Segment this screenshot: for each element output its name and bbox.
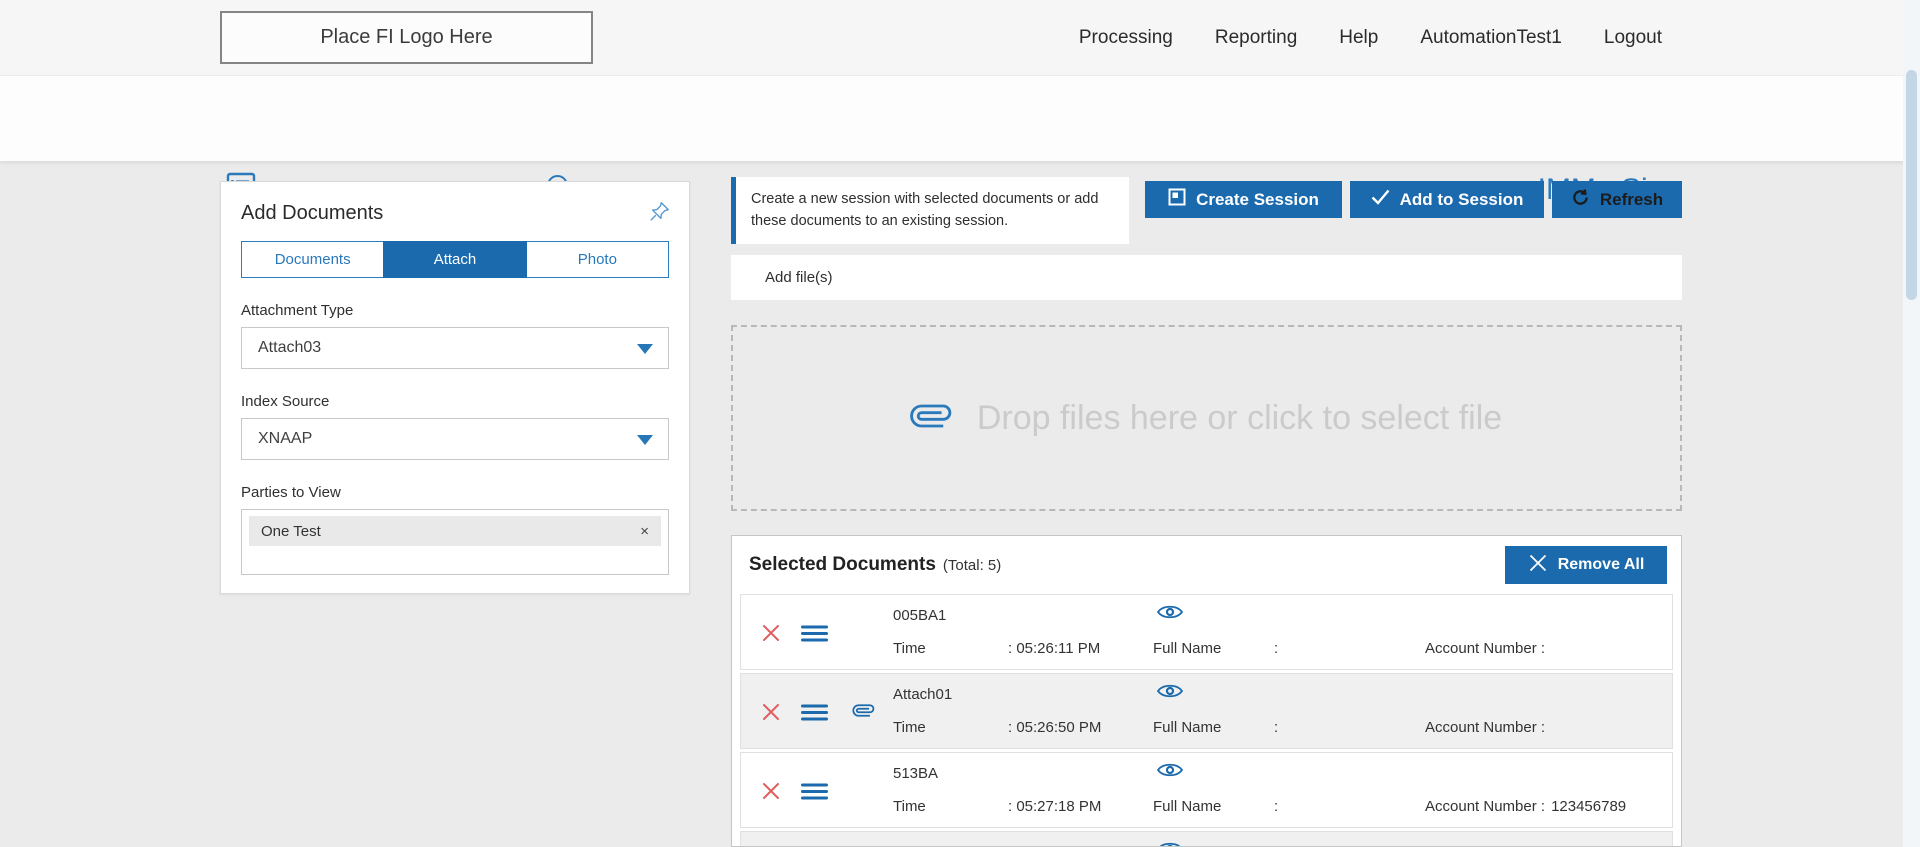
file-dropzone[interactable]: Drop files here or click to select file: [731, 325, 1682, 511]
remove-document-icon[interactable]: [761, 781, 781, 806]
create-session-label: Create Session: [1196, 190, 1319, 210]
nav-processing[interactable]: Processing: [1079, 27, 1173, 49]
tab-documents[interactable]: Documents: [241, 241, 384, 278]
full-name-label: Full Name: [1153, 798, 1221, 815]
time-label: Time: [893, 640, 926, 657]
chevron-down-icon: [637, 344, 653, 354]
account-number-value: 123456789: [1551, 798, 1626, 815]
selected-documents-panel: Selected Documents (Total: 5) Remove All…: [731, 535, 1682, 847]
account-number: Account Number :: [1425, 719, 1551, 736]
add-files-bar[interactable]: Add file(s): [731, 255, 1682, 300]
full-name-colon: :: [1274, 798, 1278, 815]
document-row: Attach02 Time Full Name: [740, 831, 1673, 847]
selected-party-name: One Test: [261, 523, 321, 540]
drag-handle-icon[interactable]: [801, 625, 828, 647]
time-value: : 05:26:11 PM: [1008, 640, 1100, 657]
create-session-icon: [1168, 188, 1186, 211]
tab-photo[interactable]: Photo: [526, 241, 669, 278]
add-files-label: Add file(s): [765, 269, 833, 286]
parties-to-view-label: Parties to View: [241, 484, 669, 501]
remove-all-x-icon: [1528, 553, 1548, 578]
vertical-scrollbar[interactable]: [1903, 0, 1920, 847]
attachment-type-value: Attach03: [258, 339, 321, 357]
fi-logo-placeholder: Place FI Logo Here: [220, 11, 593, 64]
full-name-colon: :: [1274, 640, 1278, 657]
full-name-label: Full Name: [1153, 640, 1221, 657]
top-bar: Place FI Logo Here Processing Reporting …: [0, 0, 1920, 76]
preview-eye-icon[interactable]: [1157, 761, 1183, 784]
index-source-value: XNAAP: [258, 430, 312, 448]
attachment-type-select[interactable]: Attach03: [241, 327, 669, 369]
add-to-session-button[interactable]: Add to Session: [1350, 181, 1544, 218]
remove-all-label: Remove All: [1558, 556, 1645, 574]
account-number: Account Number :: [1425, 640, 1551, 657]
add-documents-panel: Add Documents Documents Attach Photo Att…: [220, 181, 690, 594]
drag-handle-icon[interactable]: [801, 704, 828, 726]
pin-icon[interactable]: [649, 200, 671, 227]
account-number-label: Account Number :: [1425, 719, 1545, 736]
add-to-session-label: Add to Session: [1400, 190, 1524, 210]
nav-logout[interactable]: Logout: [1604, 27, 1662, 49]
add-documents-tabs: Documents Attach Photo: [241, 241, 669, 278]
remove-document-icon[interactable]: [761, 702, 781, 727]
add-documents-title: Add Documents: [241, 202, 383, 225]
top-nav: Processing Reporting Help AutomationTest…: [1079, 0, 1662, 76]
refresh-icon: [1571, 188, 1590, 212]
document-row: Attach01 Time : 05:26:50 PM Full Name : …: [740, 673, 1673, 749]
selected-documents-total: (Total: 5): [943, 557, 1001, 574]
tab-attach[interactable]: Attach: [383, 241, 526, 278]
chevron-down-icon: [637, 435, 653, 445]
fi-logo-text: Place FI Logo Here: [320, 26, 492, 49]
nav-help[interactable]: Help: [1339, 27, 1378, 49]
index-source-label: Index Source: [241, 393, 669, 410]
remove-all-button[interactable]: Remove All: [1505, 546, 1667, 584]
refresh-button[interactable]: Refresh: [1552, 181, 1682, 218]
selected-documents-header: Selected Documents (Total: 5) Remove All: [732, 536, 1681, 594]
drag-handle-icon[interactable]: [801, 783, 828, 805]
session-info-note: Create a new session with selected docum…: [731, 177, 1129, 244]
selected-party-tag: One Test ×: [249, 516, 661, 546]
title-bar: Collected Documents i IMM eSign: [0, 76, 1920, 161]
remove-party-icon[interactable]: ×: [636, 523, 653, 540]
nav-user-automationtest1[interactable]: AutomationTest1: [1420, 27, 1562, 49]
account-number-label: Account Number :: [1425, 798, 1545, 815]
remove-document-icon[interactable]: [761, 623, 781, 648]
paperclip-icon: [911, 396, 951, 441]
time-label: Time: [893, 719, 926, 736]
dropzone-text: Drop files here or click to select file: [977, 399, 1502, 438]
account-number: Account Number : 123456789: [1425, 798, 1626, 815]
time-label: Time: [893, 798, 926, 815]
create-session-button[interactable]: Create Session: [1145, 181, 1342, 218]
document-name: 005BA1: [893, 607, 946, 624]
nav-reporting[interactable]: Reporting: [1215, 27, 1297, 49]
index-source-select[interactable]: XNAAP: [241, 418, 669, 460]
scrollbar-thumb[interactable]: [1906, 70, 1917, 300]
document-name: Attach01: [893, 686, 952, 703]
document-row: 005BA1 Time : 05:26:11 PM Full Name : Ac…: [740, 594, 1673, 670]
preview-eye-icon[interactable]: [1157, 840, 1183, 847]
attachment-type-label: Attachment Type: [241, 302, 669, 319]
attachment-paperclip-icon: [853, 700, 874, 726]
refresh-label: Refresh: [1600, 190, 1663, 210]
document-name: 513BA: [893, 765, 938, 782]
time-value: : 05:26:50 PM: [1008, 719, 1101, 736]
selected-documents-title: Selected Documents: [749, 554, 936, 576]
document-row: 513BA Time : 05:27:18 PM Full Name : Acc…: [740, 752, 1673, 828]
full-name-label: Full Name: [1153, 719, 1221, 736]
add-documents-header: Add Documents: [221, 182, 689, 227]
time-value: : 05:27:18 PM: [1008, 798, 1101, 815]
checkmark-icon: [1371, 189, 1390, 210]
collected-documents-page: { "colors": { "accent_blue": "#1a6aad", …: [0, 0, 1920, 847]
account-number-label: Account Number :: [1425, 640, 1545, 657]
document-rows: 005BA1 Time : 05:26:11 PM Full Name : Ac…: [732, 594, 1681, 847]
preview-eye-icon[interactable]: [1157, 603, 1183, 626]
parties-to-view-box[interactable]: One Test ×: [241, 509, 669, 575]
full-name-colon: :: [1274, 719, 1278, 736]
preview-eye-icon[interactable]: [1157, 682, 1183, 705]
